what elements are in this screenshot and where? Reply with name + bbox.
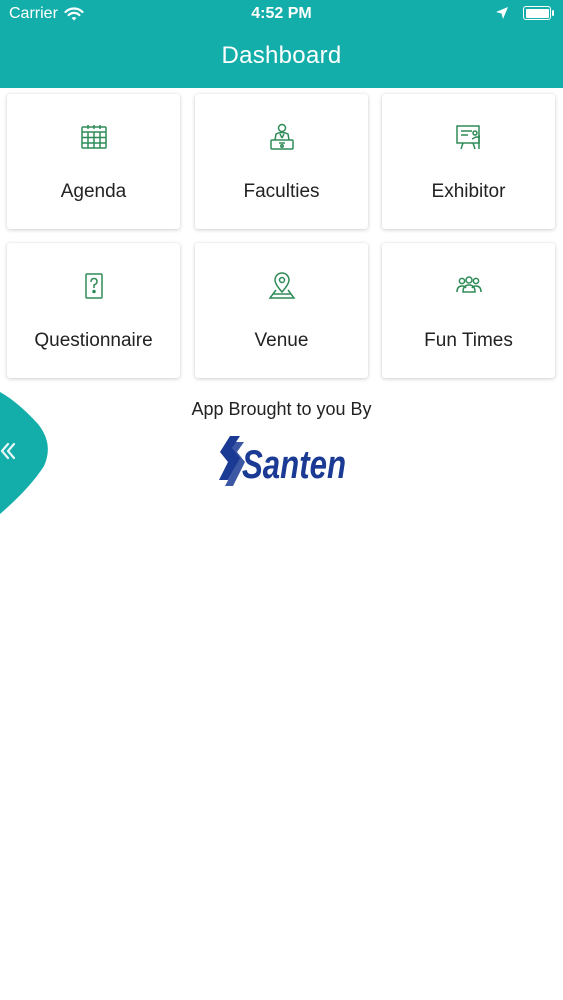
battery-icon (523, 6, 554, 20)
tile-venue[interactable]: Venue (195, 243, 368, 378)
santen-logo: Santen (219, 436, 346, 487)
tile-label: Agenda (60, 181, 127, 202)
presentation-board-icon (455, 125, 480, 150)
side-drawer-handle[interactable] (0, 392, 50, 514)
status-right-group (495, 6, 554, 20)
tile-faculties[interactable]: Faculties (195, 94, 368, 229)
tile-label: Questionnaire (34, 330, 153, 351)
speaker-podium-icon (269, 123, 294, 150)
status-bar: Carrier 4:52 PM (0, 0, 563, 30)
group-people-icon (455, 276, 482, 293)
tile-fun-times[interactable]: Fun Times (382, 243, 555, 378)
logo-text: Santen (242, 443, 346, 487)
sponsor-caption: App Brought to you By (191, 399, 372, 419)
page-title: Dashboard (221, 42, 342, 69)
location-arrow-icon (496, 7, 508, 19)
question-card-icon (84, 273, 103, 299)
tile-exhibitor[interactable]: Exhibitor (382, 94, 555, 229)
status-time: 4:52 PM (251, 5, 312, 22)
map-pin-icon (268, 272, 295, 299)
tile-label: Venue (254, 330, 309, 351)
calendar-icon (80, 125, 107, 149)
tile-questionnaire[interactable]: Questionnaire (7, 243, 180, 378)
tile-label: Faculties (243, 181, 320, 202)
app-header: Carrier 4:52 PM Dashboard (0, 0, 563, 88)
tile-label: Fun Times (424, 330, 513, 351)
tile-label: Exhibitor (431, 181, 506, 202)
tile-agenda[interactable]: Agenda (7, 94, 180, 229)
